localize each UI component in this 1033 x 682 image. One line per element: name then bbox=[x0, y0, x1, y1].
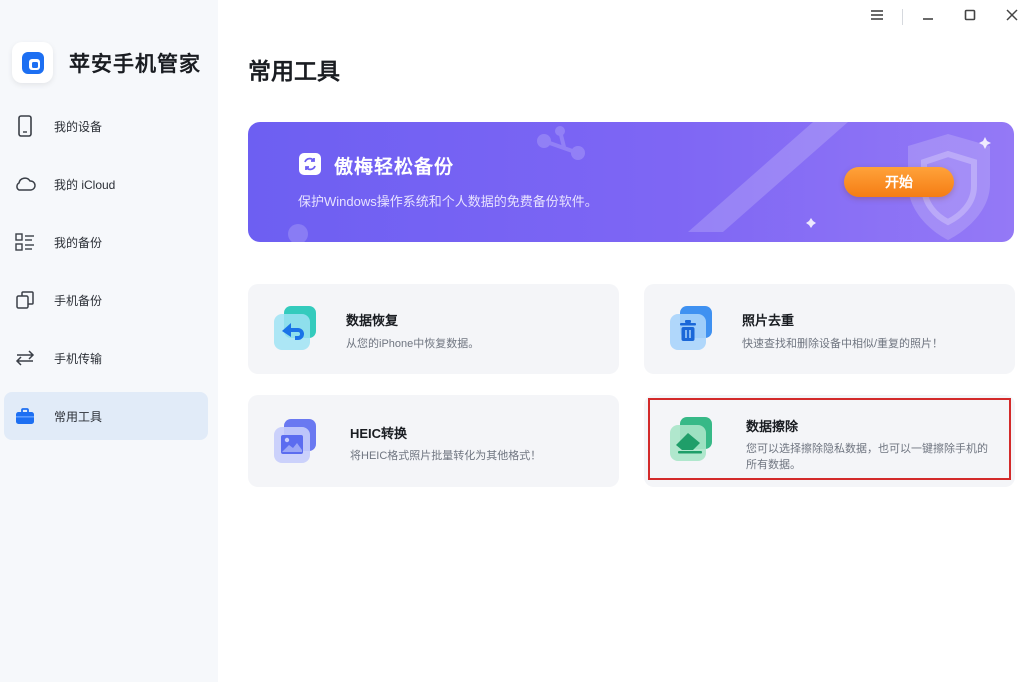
tool-description: 将HEIC格式照片批量转化为其他格式！ bbox=[350, 450, 542, 462]
minimize-button[interactable] bbox=[907, 8, 949, 26]
sidebar-item-phone-transfer[interactable]: 手机传输 bbox=[4, 334, 208, 382]
image-convert-icon bbox=[270, 417, 320, 467]
close-icon bbox=[1006, 8, 1018, 26]
sidebar-item-label: 常用工具 bbox=[54, 409, 103, 424]
sidebar: 苹安手机管家 我的设备 我的 iCloud 我的备份 手机备份 手机传输 常用工… bbox=[0, 0, 218, 682]
sidebar-item-my-backup[interactable]: 我的备份 bbox=[4, 218, 208, 266]
brand: 苹安手机管家 bbox=[12, 42, 201, 83]
data-recovery-icon bbox=[270, 304, 320, 354]
sidebar-item-label: 我的备份 bbox=[54, 235, 103, 250]
window-controls bbox=[856, 8, 1033, 26]
promo-banner[interactable]: 傲梅轻松备份 保护Windows操作系统和个人数据的免费备份软件。 开始 bbox=[248, 122, 1014, 242]
banner-title: 傲梅轻松备份 bbox=[334, 156, 455, 178]
sidebar-nav: 我的设备 我的 iCloud 我的备份 手机备份 手机传输 常用工具 bbox=[4, 102, 208, 450]
phone-icon bbox=[14, 115, 36, 137]
backup-list-icon bbox=[14, 231, 36, 253]
close-button[interactable] bbox=[991, 8, 1033, 26]
sidebar-item-label: 我的设备 bbox=[54, 119, 103, 134]
backup-sync-icon bbox=[298, 152, 322, 181]
trash-icon bbox=[666, 304, 716, 354]
page-title: 常用工具 bbox=[248, 58, 340, 84]
toolbox-icon bbox=[14, 405, 36, 427]
tool-description: 您可以选择擦除隐私数据，也可以一键擦除手机的所有数据。 bbox=[746, 443, 988, 471]
sidebar-item-my-icloud[interactable]: 我的 iCloud bbox=[4, 160, 208, 208]
sidebar-item-phone-backup[interactable]: 手机备份 bbox=[4, 276, 208, 324]
minimize-icon bbox=[922, 8, 934, 26]
start-button[interactable]: 开始 bbox=[844, 167, 954, 197]
menu-icon bbox=[870, 8, 884, 26]
tool-title: HEIC转换 bbox=[350, 426, 408, 441]
tool-card-heic-convert[interactable]: HEIC转换 将HEIC格式照片批量转化为其他格式！ bbox=[248, 395, 619, 487]
app-name: 苹安手机管家 bbox=[69, 52, 201, 76]
transfer-icon bbox=[14, 347, 36, 369]
tool-title: 数据恢复 bbox=[346, 313, 399, 328]
tool-title: 照片去重 bbox=[742, 313, 795, 328]
tool-card-data-erase[interactable]: 数据擦除 您可以选择擦除隐私数据，也可以一键擦除手机的所有数据。 bbox=[644, 395, 1015, 487]
maximize-button[interactable] bbox=[949, 8, 991, 26]
sidebar-item-label: 手机传输 bbox=[54, 351, 103, 366]
tool-title: 数据擦除 bbox=[746, 419, 799, 434]
eraser-icon bbox=[666, 415, 716, 465]
app-logo-icon bbox=[12, 42, 53, 83]
menu-button[interactable] bbox=[856, 8, 898, 26]
tool-description: 快速查找和删除设备中相似/重复的照片！ bbox=[742, 338, 944, 350]
cloud-icon bbox=[14, 173, 36, 195]
banner-subtitle: 保护Windows操作系统和个人数据的免费备份软件。 bbox=[298, 194, 598, 209]
tool-description: 从您的iPhone中恢复数据。 bbox=[346, 338, 480, 350]
sidebar-item-my-device[interactable]: 我的设备 bbox=[4, 102, 208, 150]
sidebar-item-label: 手机备份 bbox=[54, 293, 103, 308]
sidebar-item-tools[interactable]: 常用工具 bbox=[4, 392, 208, 440]
maximize-icon bbox=[964, 8, 976, 26]
copy-icon bbox=[14, 289, 36, 311]
sidebar-item-label: 我的 iCloud bbox=[54, 177, 116, 192]
window-controls-divider bbox=[902, 9, 903, 25]
tool-card-data-recovery[interactable]: 数据恢复 从您的iPhone中恢复数据。 bbox=[248, 284, 619, 374]
tool-card-photo-dedup[interactable]: 照片去重 快速查找和删除设备中相似/重复的照片！ bbox=[644, 284, 1015, 374]
